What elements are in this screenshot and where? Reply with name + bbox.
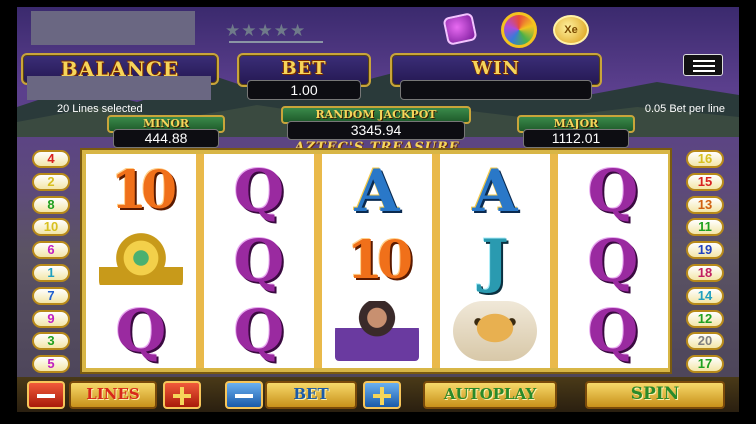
reel-2: QQQ <box>204 154 314 368</box>
player-level-stars: ★★★★★ <box>225 21 307 41</box>
symbol-j: J <box>481 227 509 295</box>
lines-minus-button[interactable] <box>27 381 65 409</box>
major-jackpot-value: 1112.01 <box>523 129 629 148</box>
payline-marker-11[interactable]: 11 <box>686 218 724 237</box>
symbol-q: Q <box>233 227 285 295</box>
payline-number: 7 <box>47 287 55 303</box>
symbol-q: Q <box>233 297 285 365</box>
lines-selected-text: 20 Lines selected <box>57 103 143 115</box>
gift-box-icon[interactable] <box>442 12 478 46</box>
account-info-blurred <box>31 11 195 45</box>
payline-marker-3[interactable]: 3 <box>32 332 70 351</box>
payline-number: 19 <box>697 242 713 258</box>
payline-number: 3 <box>47 333 55 349</box>
jaguar-icon <box>453 301 537 361</box>
payline-marker-6[interactable]: 6 <box>32 241 70 260</box>
spin-button[interactable]: SPIN <box>585 381 725 409</box>
payline-number: 12 <box>697 310 713 326</box>
payline-marker-4[interactable]: 4 <box>32 150 70 168</box>
menu-icon-line <box>693 60 715 62</box>
payline-number: 16 <box>697 151 713 166</box>
random-jackpot-value: 3345.94 <box>287 121 465 140</box>
lines-label: LINES <box>69 381 157 409</box>
payline-number: 2 <box>47 173 55 189</box>
payline-marker-8[interactable]: 8 <box>32 195 70 214</box>
win-title: WIN <box>471 58 521 79</box>
payline-marker-20[interactable]: 20 <box>686 332 724 351</box>
payline-marker-14[interactable]: 14 <box>686 286 724 305</box>
menu-button[interactable] <box>683 54 723 76</box>
bet-minus-button[interactable] <box>225 381 263 409</box>
minus-icon <box>235 394 253 398</box>
payline-number: 6 <box>47 242 55 258</box>
payline-marker-12[interactable]: 12 <box>686 309 724 328</box>
bet-title: BET <box>281 58 327 79</box>
symbol-a: A <box>472 157 518 225</box>
amulet-symbol <box>91 228 191 294</box>
payline-marker-7[interactable]: 7 <box>32 286 70 305</box>
payline-marker-13[interactable]: 13 <box>686 195 724 214</box>
bet-per-line-text: 0.05 Bet per line <box>644 103 725 115</box>
symbol-q: Q <box>587 297 639 365</box>
symbol-q: Q <box>233 157 285 225</box>
payline-number: 5 <box>47 356 55 372</box>
symbol-a: A <box>354 157 400 225</box>
payline-number: 18 <box>697 265 713 280</box>
coins-icon[interactable]: Xe <box>553 15 589 45</box>
bonus-wheel-icon[interactable] <box>501 12 537 48</box>
payline-marker-5[interactable]: 5 <box>32 355 70 374</box>
symbol-q: Q <box>587 157 639 225</box>
symbol-q: Q <box>115 297 167 365</box>
payline-number: 1 <box>47 265 55 280</box>
menu-icon-line <box>693 65 715 67</box>
payline-number: 14 <box>697 287 713 303</box>
princess-icon <box>335 301 419 361</box>
amulet-icon <box>99 231 183 291</box>
slot-game: ★★★★★ Xe BALANCE BET 1.00 WIN 20 Lines s… <box>17 7 739 412</box>
reel-5: QQQ <box>558 154 668 368</box>
payline-number: 20 <box>697 333 713 349</box>
payline-marker-9[interactable]: 9 <box>32 309 70 328</box>
payline-marker-2[interactable]: 2 <box>32 172 70 191</box>
bet-value: 1.00 <box>247 80 361 100</box>
payline-marker-18[interactable]: 18 <box>686 264 724 282</box>
bet-plus-button[interactable] <box>363 381 401 409</box>
symbol-q: Q <box>587 227 639 295</box>
autoplay-button[interactable]: AUTOPLAY <box>423 381 557 409</box>
payline-number: 10 <box>43 219 59 235</box>
payline-marker-1[interactable]: 1 <box>32 264 70 282</box>
reel-3: A 10 <box>322 154 432 368</box>
minus-icon <box>37 394 55 398</box>
princess-symbol <box>327 298 427 364</box>
payline-number: 13 <box>697 196 713 212</box>
menu-icon-line <box>693 70 715 72</box>
payline-number: 15 <box>697 173 713 189</box>
payline-number: 4 <box>47 151 55 166</box>
payline-marker-16[interactable]: 16 <box>686 150 724 168</box>
lines-plus-button[interactable] <box>163 381 201 409</box>
payline-number: 8 <box>47 196 55 212</box>
payline-marker-17[interactable]: 17 <box>686 355 724 374</box>
payline-marker-15[interactable]: 15 <box>686 172 724 191</box>
bet-label: BET <box>265 381 357 409</box>
coins-icon-label: Xe <box>564 24 578 36</box>
reel-1: 10 Q <box>86 154 196 368</box>
balance-value-blurred <box>27 76 211 100</box>
reel-area: 10 Q Q Q Q A 10 A J Q Q Q <box>82 150 670 372</box>
payline-marker-10[interactable]: 10 <box>32 218 70 237</box>
symbol-10: 10 <box>346 230 413 291</box>
payline-marker-19[interactable]: 19 <box>686 241 724 260</box>
symbol-10: 10 <box>110 160 177 221</box>
reel-4: AJ <box>440 154 550 368</box>
minor-jackpot-value: 444.88 <box>113 129 219 148</box>
payline-number: 17 <box>697 356 713 372</box>
payline-number: 11 <box>698 219 712 235</box>
payline-number: 9 <box>47 310 55 326</box>
level-progress-bar <box>229 41 323 43</box>
win-value <box>400 80 592 100</box>
jaguar-symbol <box>445 298 545 364</box>
